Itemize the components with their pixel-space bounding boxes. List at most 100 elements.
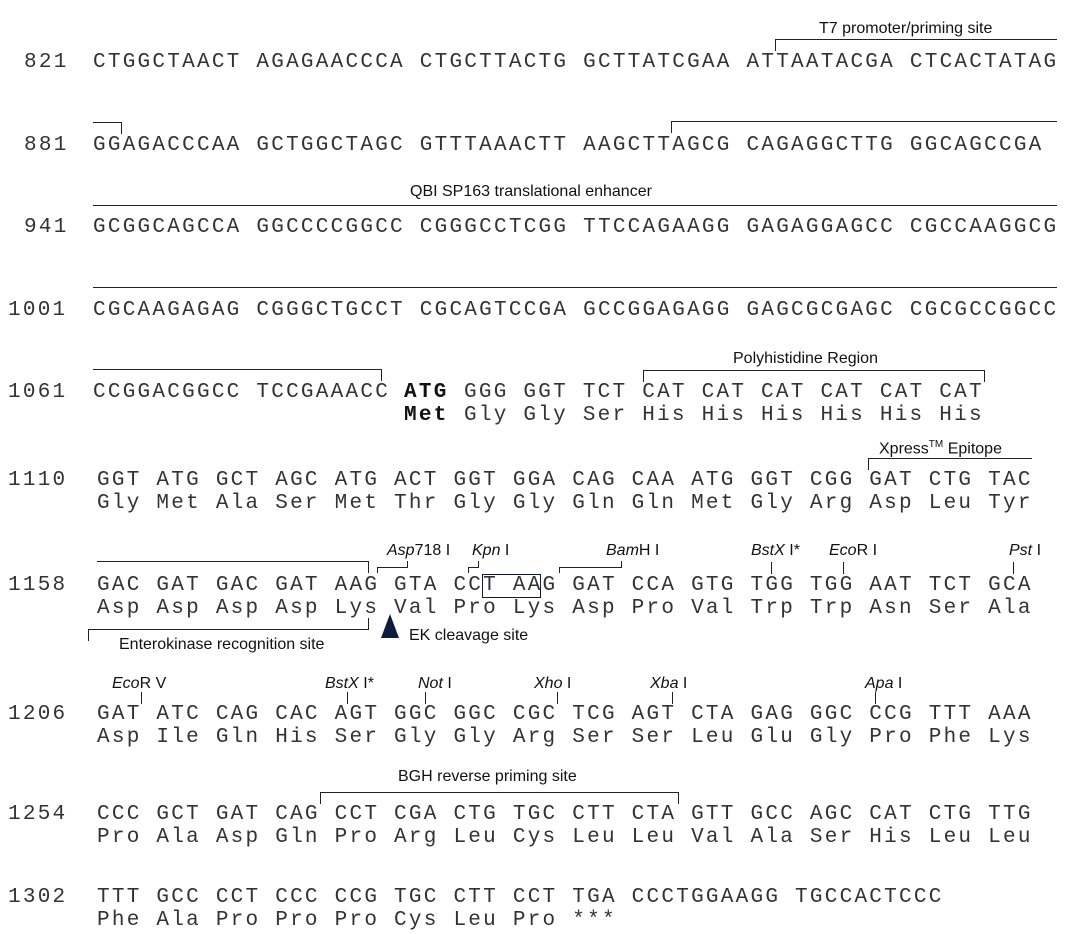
ek-bracket-left bbox=[88, 630, 89, 641]
ecori-tick bbox=[843, 562, 844, 574]
kpn-bracket-right bbox=[478, 561, 479, 568]
dna-sequence-1302: TTT GCC CCT CCC CCG TGC CTT CCT TGA CCCT… bbox=[97, 886, 944, 909]
noti-site-label: Not I bbox=[418, 675, 452, 693]
bstxi-site-label-2: BstX I* bbox=[325, 675, 374, 693]
ek-cleavage-arrow-icon bbox=[381, 614, 399, 638]
xba-rest: I bbox=[678, 675, 688, 692]
asp718-bracket bbox=[377, 567, 407, 568]
apai-site-label: Apa I bbox=[865, 675, 902, 693]
enterokinase-label: Enterokinase recognition site bbox=[119, 636, 325, 653]
protein-sequence-1206: Asp Ile Gln His Ser Gly Gly Arg Ser Ser … bbox=[97, 726, 1033, 749]
asp718-bracket-left bbox=[377, 567, 378, 573]
kpn-bracket-left bbox=[468, 567, 469, 573]
position-821: 821 bbox=[24, 51, 69, 74]
start-amino-acid: Met bbox=[404, 404, 449, 427]
polyhis-bracket-top bbox=[643, 370, 985, 371]
xba-italic: Xba bbox=[650, 675, 679, 692]
position-1158: 1158 bbox=[8, 574, 68, 597]
position-1061: 1061 bbox=[8, 381, 68, 404]
ecorv-italic: Eco bbox=[112, 675, 140, 692]
qbi-bracket-end-top bbox=[93, 369, 381, 370]
protein-sequence-1110: Gly Met Ala Ser Met Thr Gly Gly Gln Gln … bbox=[97, 492, 1033, 515]
asp718-bracket-right bbox=[407, 561, 408, 568]
xpress-suffix: Epitope bbox=[943, 440, 1002, 458]
xpress-name: Xpress bbox=[879, 440, 929, 458]
ecorv-site-label: EcoR V bbox=[112, 675, 166, 693]
bgh-priming-label: BGH reverse priming site bbox=[398, 768, 577, 785]
psti-site-label: Pst I bbox=[1009, 542, 1041, 560]
bstxi-site-label-1: BstX I* bbox=[751, 542, 800, 560]
protein-sequence-1302: Phe Ala Pro Pro Pro Cys Leu Pro *** bbox=[97, 909, 617, 932]
apa-rest: I bbox=[893, 675, 903, 692]
position-1110: 1110 bbox=[8, 469, 68, 492]
ecorv-rest: R V bbox=[139, 675, 167, 692]
bstx1-rest: I* bbox=[784, 542, 800, 559]
xpress-bracket-end-top bbox=[97, 561, 368, 562]
ecori-italic: Eco bbox=[829, 542, 857, 559]
kpn-rest: I bbox=[500, 542, 510, 559]
start-codon: ATG bbox=[404, 381, 449, 404]
bamhi-bracket-left bbox=[559, 567, 560, 573]
psti-tick bbox=[1013, 562, 1014, 574]
xho-italic: Xho bbox=[534, 675, 563, 692]
dna-sequence-1110: GGT ATG GCT AGC ATG ACT GGT GGA CAG CAA … bbox=[97, 469, 1033, 492]
qbi-bracket-start-top bbox=[671, 121, 1057, 122]
position-881: 881 bbox=[24, 134, 69, 157]
qbi-line-941 bbox=[93, 205, 1057, 206]
t7-bracket-end-top bbox=[93, 122, 121, 123]
dna-sequence-1158: GAC GAT GAC GAT AAG GTA CCT AAG GAT CCA … bbox=[97, 574, 1033, 597]
ek-bracket-bottom bbox=[88, 629, 368, 630]
dna-sequence-1061-pre: CCGGACGGCC TCCGAAACC bbox=[93, 381, 391, 404]
dna-sequence-941: GCGGCAGCCA GGCCCCGGCC CGGGCCTCGG TTCCAGA… bbox=[93, 216, 1059, 239]
kpn-site-label: Kpn I bbox=[472, 542, 509, 560]
kozak-box bbox=[482, 574, 541, 598]
kpn-bracket bbox=[468, 567, 478, 568]
bstx1-italic: BstX bbox=[751, 542, 785, 559]
xpress-bracket-top bbox=[868, 458, 1032, 459]
kpn-italic: Kpn bbox=[472, 542, 501, 559]
qbi-line-1001 bbox=[93, 287, 1057, 288]
qbi-enhancer-label: QBI SP163 translational enhancer bbox=[410, 183, 652, 200]
polyhistidine-label: Polyhistidine Region bbox=[733, 350, 878, 367]
bamh-italic: Bam bbox=[606, 542, 639, 559]
dna-sequence-881: GGAGACCCAA GCTGGCTAGC GTTTAAACTT AAGCTTA… bbox=[93, 134, 1044, 157]
pst-italic: Pst bbox=[1009, 542, 1033, 559]
bgh-bracket-top bbox=[320, 792, 678, 793]
xpress-bracket-end-tick bbox=[368, 561, 369, 573]
qbi-bracket-end-tick bbox=[381, 369, 382, 381]
xhoi-site-label: Xho I bbox=[534, 675, 571, 693]
t7-bracket-end-tick bbox=[121, 122, 122, 134]
bamhi-bracket-right bbox=[621, 561, 622, 568]
dna-sequence-1061: GGG GGT TCT CAT CAT CAT CAT CAT CAT bbox=[464, 381, 984, 404]
position-941: 941 bbox=[24, 216, 69, 239]
t7-bracket-top bbox=[775, 39, 1057, 40]
dna-sequence-1001: CGCAAGAGAG CGGGCTGCCT CGCAGTCCGA GCCGGAG… bbox=[93, 299, 1059, 322]
position-1302: 1302 bbox=[8, 886, 68, 909]
ek-bracket-right bbox=[368, 618, 369, 630]
bstx2-rest: I* bbox=[358, 675, 374, 692]
apa-italic: Apa bbox=[865, 675, 894, 692]
bstxi-tick-1 bbox=[771, 562, 772, 574]
asp718-italic: Asp bbox=[387, 542, 415, 559]
position-1254: 1254 bbox=[8, 803, 68, 826]
bamhi-bracket bbox=[559, 567, 621, 568]
dna-sequence-821: CTGGCTAACT AGAGAACCCA CTGCTTACTG GCTTATC… bbox=[93, 51, 1059, 74]
bstx2-italic: BstX bbox=[325, 675, 359, 692]
bamhi-site-label: BamH I bbox=[606, 542, 659, 560]
qbi-bracket-start-tick bbox=[671, 121, 672, 133]
t7-bracket-tick bbox=[775, 39, 776, 51]
ecori-rest: R I bbox=[856, 542, 878, 559]
not-italic: Not bbox=[418, 675, 443, 692]
t7-promoter-label: T7 promoter/priming site bbox=[819, 20, 993, 37]
trademark-sup: TM bbox=[928, 439, 944, 450]
xho-rest: I bbox=[562, 675, 572, 692]
bamh-rest: H I bbox=[638, 542, 660, 559]
ek-cleavage-label: EK cleavage site bbox=[409, 627, 529, 644]
asp718-site-label: Asp718 I bbox=[387, 542, 450, 560]
dna-sequence-1206: GAT ATC CAG CAC AGT GGC GGC CGC TCG AGT … bbox=[97, 703, 1033, 726]
protein-sequence-1061: Gly Gly Ser His His His His His His bbox=[464, 404, 984, 427]
xpress-epitope-label: XpressTM Epitope bbox=[879, 436, 1002, 458]
polyhis-bracket-right bbox=[984, 370, 985, 382]
ecori-site-label: EcoR I bbox=[829, 542, 877, 560]
position-1206: 1206 bbox=[8, 703, 68, 726]
